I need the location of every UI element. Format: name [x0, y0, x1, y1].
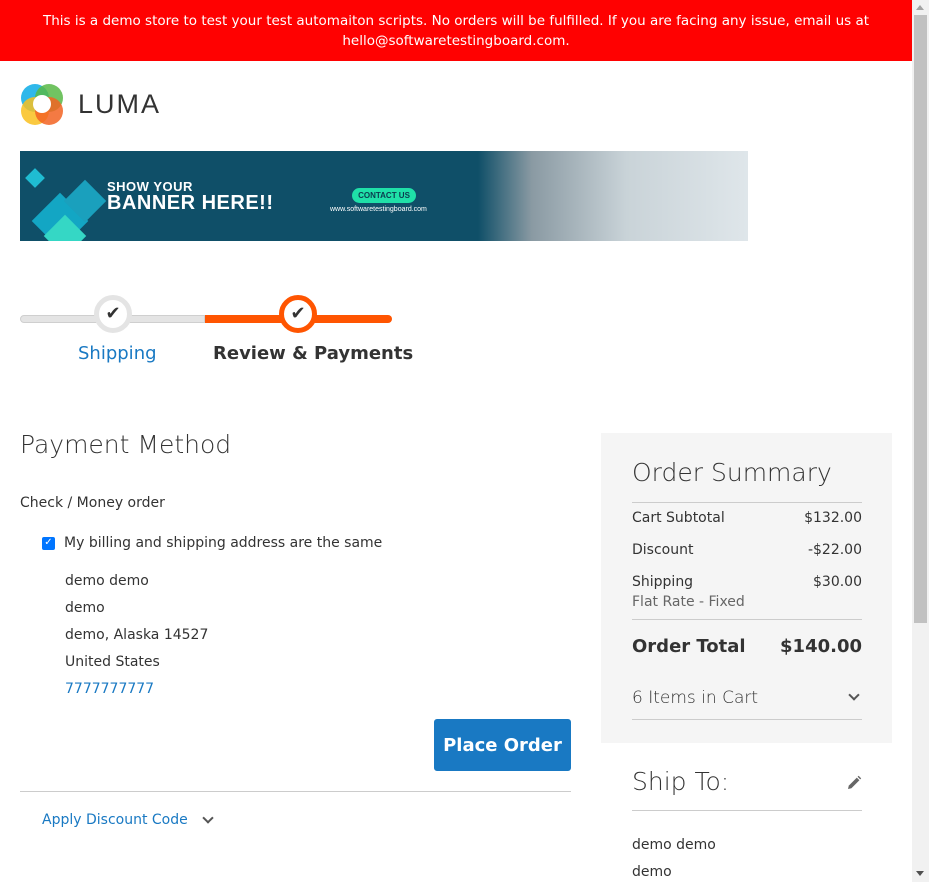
banner-headline-line2: BANNER HERE!! [107, 192, 274, 214]
order-summary-title: Order Summary [632, 458, 832, 487]
divider [632, 719, 862, 720]
items-in-cart-toggle[interactable]: 6 Items in Cart [632, 688, 862, 708]
billing-phone-link[interactable]: 7777777777 [65, 676, 208, 703]
billing-address-line: United States [65, 654, 160, 670]
chevron-down-icon[interactable] [848, 689, 860, 701]
payment-method-name: Check / Money order [20, 495, 165, 511]
banner-url: www.softwaretestingboard.com [330, 206, 427, 213]
same-address-checkbox[interactable]: ✓ [42, 536, 55, 550]
checkout-progress-bar: ✔ ✔ Shipping Review & Payments [20, 295, 413, 370]
place-order-button[interactable]: Place Order [434, 719, 571, 771]
step-review-marker: ✔ [279, 295, 317, 333]
billing-address-line: demo demo [65, 573, 149, 589]
order-total-label: Order Total [632, 636, 746, 657]
order-summary-panel: Order Summary Cart Subtotal $132.00 Disc… [601, 433, 892, 743]
divider [632, 810, 862, 811]
summary-row-discount: Discount -$22.00 [632, 542, 862, 558]
pencil-edit-icon[interactable] [845, 774, 863, 792]
demo-store-notice: This is a demo store to test your test a… [0, 0, 912, 61]
same-address-label[interactable]: My billing and shipping address are the … [64, 535, 382, 551]
apply-discount-label[interactable]: Apply Discount Code [42, 812, 188, 828]
luma-logo-text: LUMA [78, 88, 162, 119]
summary-row-value: $132.00 [804, 510, 862, 526]
billing-address: demo demo demo demo, Alaska 14527 United… [65, 568, 208, 703]
summary-row-label: Cart Subtotal [632, 510, 725, 526]
banner-contact-button[interactable]: CONTACT US [352, 188, 416, 203]
items-in-cart-label[interactable]: 6 Items in Cart [632, 688, 758, 708]
scroll-down-arrow-icon[interactable] [916, 871, 924, 876]
order-total-value: $140.00 [780, 636, 862, 657]
scrollbar-thumb[interactable] [914, 15, 927, 623]
summary-row-label: Discount [632, 542, 694, 558]
apply-discount-toggle[interactable]: Apply Discount Code [42, 812, 214, 828]
summary-row-value: -$22.00 [807, 542, 862, 558]
payment-method-title: Payment Method [20, 430, 232, 459]
demo-notice-line1: This is a demo store to test your test a… [42, 13, 870, 29]
ship-to-address-line: demo demo [632, 837, 716, 853]
scroll-up-arrow-icon[interactable] [916, 5, 924, 10]
shipping-method-name: Flat Rate - Fixed [632, 594, 745, 610]
summary-row-subtotal: Cart Subtotal $132.00 [632, 510, 862, 526]
order-total-row: Order Total $140.00 [632, 636, 862, 657]
summary-row-value: $30.00 [813, 574, 862, 590]
divider [20, 791, 571, 792]
banner-handshake-image [478, 151, 748, 241]
billing-address-line: demo, Alaska 14527 [65, 627, 209, 643]
divider [632, 502, 862, 503]
divider [632, 619, 862, 620]
chevron-down-icon[interactable] [202, 812, 214, 824]
step-shipping-link[interactable]: Shipping [78, 343, 157, 364]
luma-logo[interactable]: LUMA [20, 82, 161, 126]
checkmark-icon: ✔ [290, 303, 306, 324]
summary-row-shipping: Shipping $30.00 [632, 574, 862, 590]
checkmark-icon: ✔ [105, 303, 121, 324]
demo-notice-line2: hello@softwaretestingboard.com. [342, 33, 570, 49]
page-scrollbar[interactable] [912, 0, 929, 882]
billing-address-line: demo [65, 600, 105, 616]
ship-to-address-line: demo [632, 864, 672, 880]
same-address-option[interactable]: ✓ My billing and shipping address are th… [42, 535, 382, 551]
ship-to-address: demo demo demo [632, 832, 716, 882]
summary-row-label: Shipping [632, 574, 694, 590]
step-shipping-marker: ✔ [94, 295, 132, 333]
promo-banner[interactable]: SHOW YOUR BANNER HERE!! CONTACT US www.s… [20, 151, 748, 241]
luma-logo-icon [21, 84, 63, 125]
step-review-label: Review & Payments [213, 343, 414, 364]
ship-to-title: Ship To: [632, 767, 730, 796]
